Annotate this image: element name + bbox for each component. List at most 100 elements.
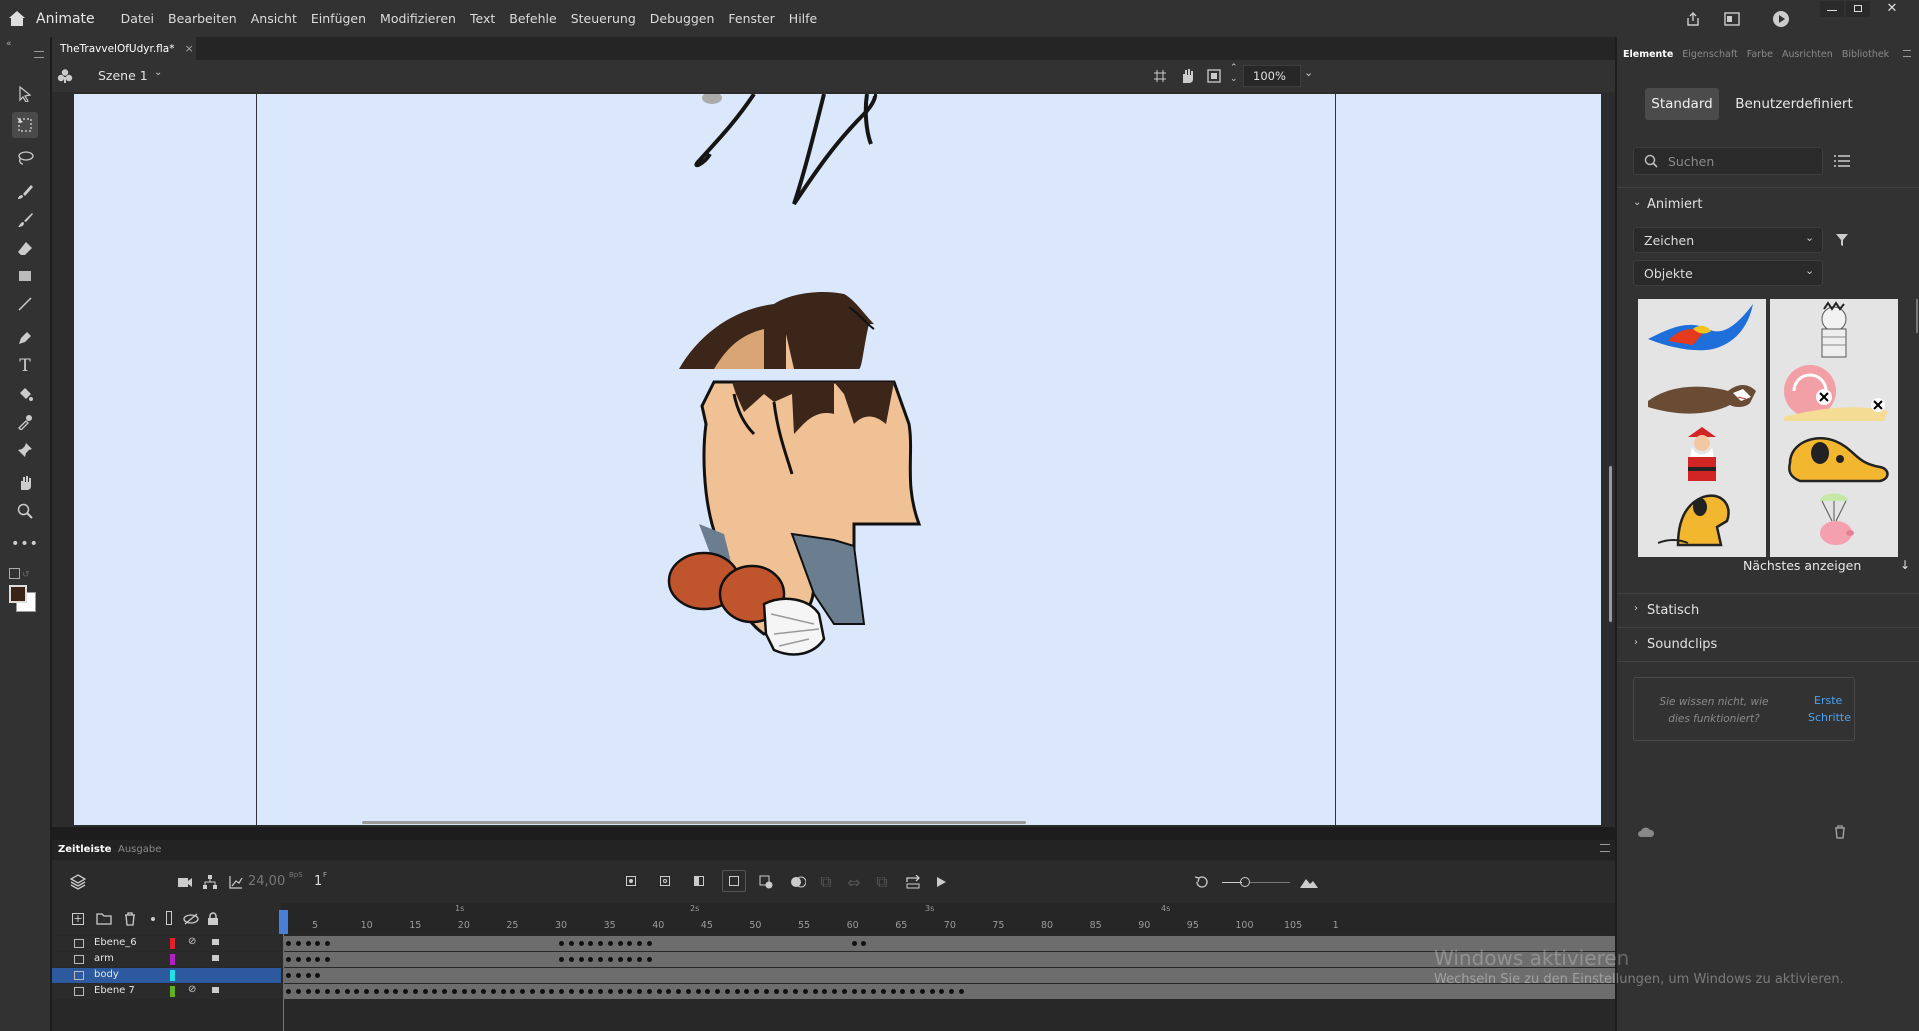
- keyframe[interactable]: [295, 989, 301, 994]
- insert-blank-keyframe-icon[interactable]: [660, 876, 670, 886]
- menu-fenster[interactable]: Fenster: [728, 11, 774, 26]
- keyframe[interactable]: [500, 989, 506, 994]
- close-window-button[interactable]: ✕: [1872, 1, 1912, 17]
- current-frame-value[interactable]: 1: [314, 874, 322, 889]
- layer-color-swatch[interactable]: [170, 938, 175, 949]
- keyframe[interactable]: [344, 989, 350, 994]
- horizontal-scrollbar[interactable]: [362, 821, 1026, 824]
- keyframe[interactable]: [286, 957, 291, 962]
- lasso-tool-icon[interactable]: [12, 145, 38, 171]
- timeline-zoom-slider-track[interactable]: [1250, 882, 1290, 883]
- keyframe[interactable]: [617, 989, 623, 994]
- keyframe[interactable]: [490, 989, 496, 994]
- keyframe[interactable]: [705, 989, 711, 994]
- filter-icon[interactable]: [1833, 231, 1851, 249]
- center-stage-icon[interactable]: ⌃ ⌄: [1230, 63, 1238, 85]
- keyframe[interactable]: [695, 989, 701, 994]
- keyframe[interactable]: [461, 989, 467, 994]
- timeline-menu-icon[interactable]: [1600, 844, 1610, 852]
- keyframe[interactable]: [568, 941, 574, 946]
- keyframe[interactable]: [354, 989, 360, 994]
- menu-bearbeiten[interactable]: Bearbeiten: [168, 11, 237, 26]
- keyframe[interactable]: [763, 989, 769, 994]
- keyframe[interactable]: [666, 989, 672, 994]
- keyframe[interactable]: [559, 941, 564, 946]
- menu-befehle[interactable]: Befehle: [509, 11, 556, 26]
- keyframe[interactable]: [578, 989, 584, 994]
- characters-dropdown-chevron-icon[interactable]: ⌄: [1805, 231, 1814, 244]
- layer-lock-icon[interactable]: [212, 987, 219, 993]
- edit-symbols-icon[interactable]: [56, 67, 74, 85]
- layer-hidden-icon[interactable]: ⊘: [188, 936, 196, 947]
- keyframe[interactable]: [588, 957, 594, 962]
- objects-dropdown[interactable]: Objekte: [1633, 260, 1823, 286]
- keyframe[interactable]: [715, 989, 720, 994]
- keyframe[interactable]: [617, 957, 623, 962]
- keyframe[interactable]: [315, 941, 321, 946]
- eyedropper-tool-icon[interactable]: [12, 409, 38, 435]
- trash-icon[interactable]: [1833, 825, 1847, 839]
- layer-parenting-icon[interactable]: [202, 874, 218, 890]
- free-transform-tool-icon[interactable]: [12, 112, 38, 138]
- layer-frames[interactable]: [283, 968, 1615, 983]
- assets-scrollbar[interactable]: [1916, 299, 1918, 333]
- keyframe[interactable]: [627, 957, 633, 962]
- keyframe[interactable]: [568, 989, 574, 994]
- keyframe[interactable]: [598, 941, 603, 946]
- keyframe[interactable]: [607, 957, 613, 962]
- keyframe[interactable]: [481, 989, 486, 994]
- tab-farbe[interactable]: Farbe: [1747, 49, 1773, 60]
- layer-color-swatch[interactable]: [170, 970, 175, 981]
- keyframe[interactable]: [549, 989, 555, 994]
- layer-frames[interactable]: [283, 984, 1615, 999]
- menu-debuggen[interactable]: Debuggen: [650, 11, 715, 26]
- scene-dropdown-icon[interactable]: ⌄: [154, 67, 162, 78]
- classic-tween-icon[interactable]: ⧉: [818, 872, 834, 891]
- keyframe[interactable]: [432, 989, 438, 994]
- keyframe[interactable]: [832, 989, 837, 994]
- keyframe[interactable]: [305, 941, 311, 946]
- keyframe[interactable]: [890, 989, 896, 994]
- hide-all-layers-icon[interactable]: [182, 912, 200, 926]
- timeline-zoom-slider-thumb[interactable]: [1240, 877, 1250, 887]
- tab-output[interactable]: Ausgabe: [118, 844, 161, 855]
- keyframe[interactable]: [900, 989, 906, 994]
- tab-eigenschaft[interactable]: Eigenschaft: [1682, 49, 1737, 60]
- graph-icon[interactable]: [228, 874, 244, 890]
- menu-datei[interactable]: Datei: [121, 11, 154, 26]
- hand-tool-icon[interactable]: [12, 470, 38, 496]
- keyframe[interactable]: [802, 989, 808, 994]
- keyframe[interactable]: [598, 989, 603, 994]
- keyframe[interactable]: [539, 989, 545, 994]
- pen-tool-icon[interactable]: [12, 325, 38, 351]
- zoom-tool-icon[interactable]: [12, 498, 38, 524]
- layer-name[interactable]: Ebene_6: [94, 937, 137, 948]
- keyframe[interactable]: [325, 989, 330, 994]
- animated-chevron-icon[interactable]: ⌄: [1633, 197, 1641, 208]
- tab-ausrichten[interactable]: Ausrichten: [1782, 49, 1833, 60]
- list-view-icon[interactable]: [1833, 153, 1851, 169]
- static-chevron-icon[interactable]: ›: [1634, 603, 1638, 614]
- panel-menu-icon[interactable]: [34, 51, 44, 58]
- new-folder-icon[interactable]: [96, 912, 112, 926]
- workspace-icon[interactable]: [1722, 9, 1742, 29]
- right-panel-menu-icon[interactable]: [1903, 50, 1911, 57]
- keyframe[interactable]: [325, 957, 330, 962]
- keyframe[interactable]: [822, 989, 828, 994]
- delete-layer-icon[interactable]: [122, 911, 138, 927]
- keyframe[interactable]: [286, 989, 291, 994]
- keyframe[interactable]: [451, 989, 457, 994]
- swap-colors-icon[interactable]: ↺: [22, 570, 30, 580]
- keyframe[interactable]: [422, 989, 428, 994]
- keyframe[interactable]: [754, 989, 759, 994]
- keyframe[interactable]: [646, 989, 652, 994]
- edit-multiple-frames-icon[interactable]: [758, 874, 774, 890]
- layer-frames[interactable]: [283, 952, 1615, 967]
- keyframe[interactable]: [627, 941, 633, 946]
- keyframe[interactable]: [568, 957, 574, 962]
- keyframe[interactable]: [334, 989, 340, 994]
- keyframe[interactable]: [812, 989, 818, 994]
- keyframe[interactable]: [851, 941, 857, 946]
- keyframe[interactable]: [676, 989, 681, 994]
- layer-color-swatch[interactable]: [170, 954, 175, 965]
